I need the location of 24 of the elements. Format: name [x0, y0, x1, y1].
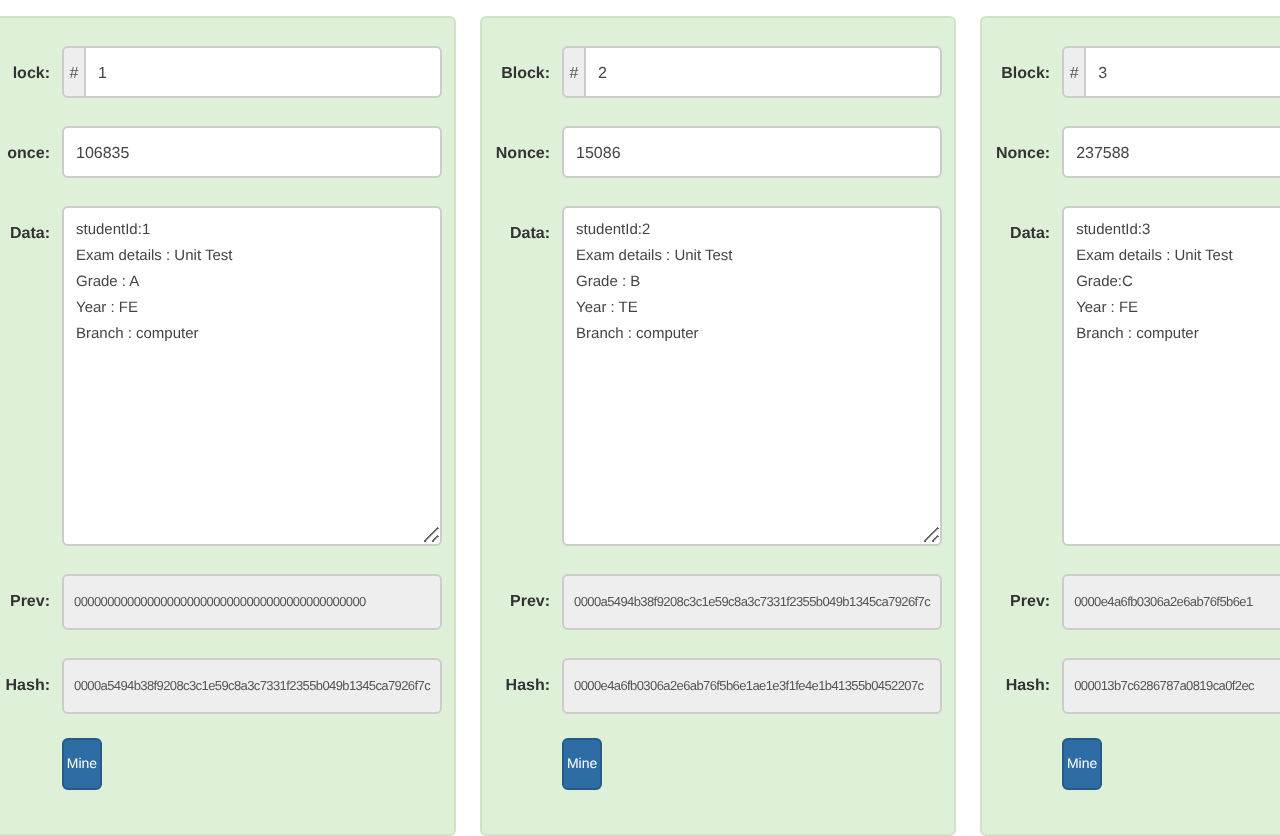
field-label: Prev:: [7, 590, 50, 610]
field-label: Data:: [7, 222, 50, 242]
field-label: Block:: [499, 62, 551, 82]
hash-sign-addon: #: [1062, 46, 1087, 98]
field-label: Prev:: [508, 590, 551, 610]
field-label: Prev:: [1008, 590, 1051, 610]
field-label: Hash:: [3, 674, 50, 694]
block-field[interactable]: 2: [586, 46, 943, 98]
field-label: Block:: [999, 62, 1051, 82]
hash-sign-addon: #: [62, 46, 86, 98]
field-label: Hash:: [503, 674, 551, 694]
block-field[interactable]: 1: [86, 46, 443, 98]
nonce-field[interactable]: 15086: [562, 126, 943, 178]
field-label: Nonce:: [993, 142, 1051, 162]
field-label: Nonce:: [493, 142, 551, 162]
field-label: Data:: [508, 222, 551, 242]
nonce-field[interactable]: 106835: [62, 126, 443, 178]
field-label: lock:: [10, 62, 50, 82]
block-field[interactable]: 3: [1086, 46, 1280, 98]
hash-sign-addon: #: [562, 46, 587, 98]
field-label: Hash:: [1003, 674, 1051, 694]
field-label: once:: [5, 142, 50, 162]
nonce-field[interactable]: 237588: [1062, 126, 1280, 178]
field-label: Data:: [1008, 222, 1051, 242]
